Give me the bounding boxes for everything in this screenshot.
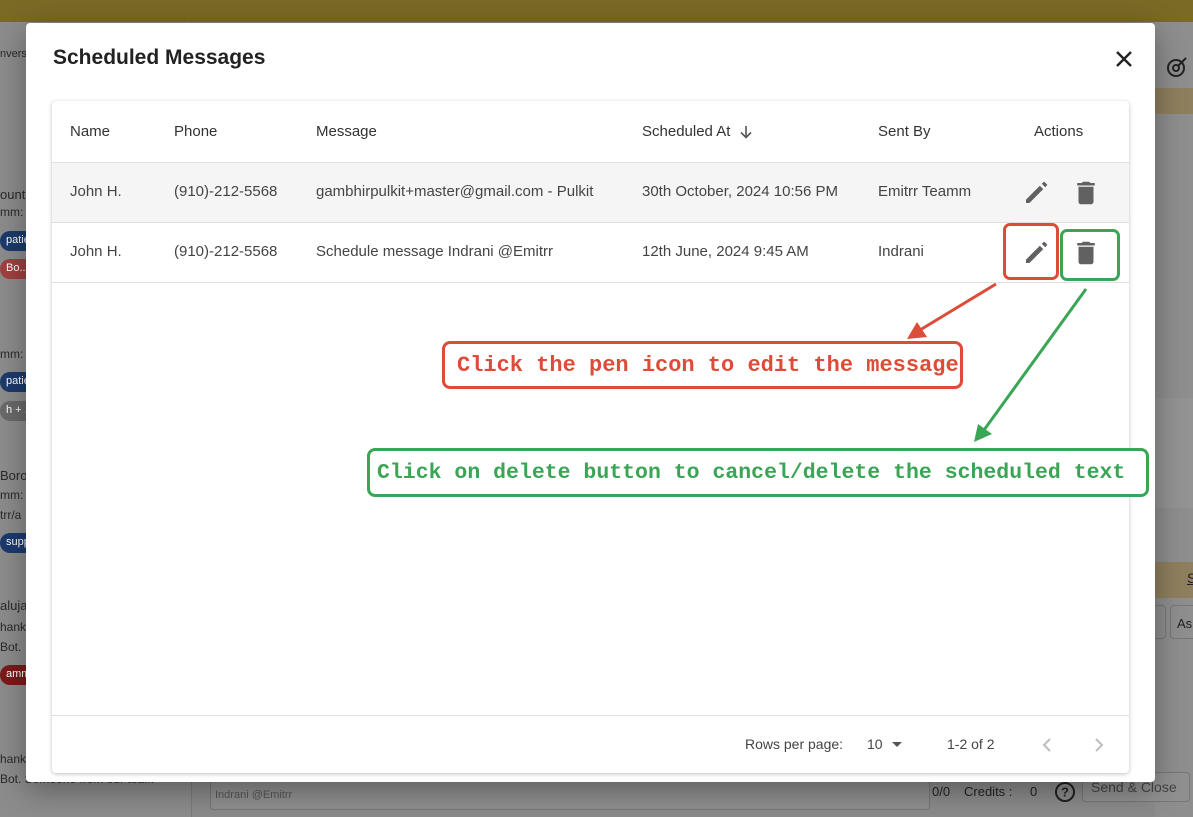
column-header-name: Name: [70, 123, 111, 140]
delete-button[interactable]: [1071, 178, 1101, 208]
trash-icon: [1077, 241, 1095, 265]
close-icon: [1116, 51, 1132, 67]
target-icon: [1167, 57, 1187, 77]
rows-per-page-value: 10: [867, 736, 883, 752]
edit-button[interactable]: [1021, 238, 1051, 268]
cell-message: gambhirpulkit+master@gmail.com - Pulkit: [316, 183, 594, 200]
rows-per-page-select[interactable]: 10: [867, 732, 904, 756]
bg-banner: [1155, 88, 1193, 114]
column-header-message: Message: [316, 123, 377, 140]
bg-link: S: [1187, 570, 1193, 586]
delete-instruction-callout: Click on delete button to cancel/delete …: [367, 448, 1149, 497]
bg-fragment: Bot.: [0, 640, 22, 654]
bg-char-count: 0/0: [932, 784, 951, 799]
cell-scheduled-at: 12th June, 2024 9:45 AM: [642, 243, 809, 260]
bg-fragment: ount: [0, 187, 26, 202]
edit-instruction-callout: Click the pen icon to edit the message: [442, 341, 963, 389]
bg-credits-value: 0: [1030, 784, 1038, 799]
column-header-phone: Phone: [174, 123, 218, 140]
bg-fragment: Boro: [0, 468, 28, 483]
scheduled-messages-table: Name Phone Message Scheduled At Sent By …: [52, 101, 1129, 773]
svg-text:?: ?: [1061, 785, 1069, 800]
bg-fragment: mm:: [0, 347, 24, 361]
chevron-right-icon: [1095, 738, 1104, 752]
cell-sent-by: Indrani: [878, 243, 924, 260]
bg-fragment: mm:: [0, 205, 24, 219]
cell-scheduled-at: 30th October, 2024 10:56 PM: [642, 183, 838, 200]
cell-sent-by: Emitrr Teamm: [878, 183, 972, 200]
bg-fragment: trr/a: [0, 508, 22, 522]
cell-name: John H.: [70, 243, 122, 260]
pagination-range: 1-2 of 2: [947, 736, 995, 752]
column-header-actions: Actions: [1034, 123, 1084, 140]
pencil-icon: [1026, 181, 1048, 203]
bg-fragment: aluja: [0, 598, 28, 613]
rows-per-page-label: Rows per page:: [745, 736, 844, 752]
column-header-scheduled-at-label: Scheduled At: [642, 123, 731, 140]
cell-message: Schedule message Indrani @Emitrr: [316, 243, 553, 260]
cell-name: John H.: [70, 183, 122, 200]
bg-block: [1155, 398, 1193, 508]
bg-banner: S: [1155, 562, 1193, 598]
table-row: John H. (910)-212-5568 gambhirpulkit+mas…: [52, 163, 1129, 223]
bg-composer-input: Indrani @Emitrr: [210, 780, 930, 810]
app-top-bar: [0, 0, 1193, 22]
bg-button: As: [1170, 605, 1193, 639]
column-header-sent-by: Sent By: [878, 123, 931, 140]
caret-down-icon: [892, 742, 903, 747]
next-page-button[interactable]: [1084, 730, 1114, 760]
bg-credits-label: Credits :: [964, 784, 1013, 799]
table-header: Name Phone Message Scheduled At Sent By …: [52, 101, 1129, 163]
bg-fragment: nvers: [0, 48, 27, 60]
cell-phone: (910)-212-5568: [174, 183, 278, 200]
column-header-scheduled-at[interactable]: Scheduled At: [642, 123, 753, 140]
scheduled-messages-dialog: Scheduled Messages Name Phone Message Sc…: [26, 23, 1155, 782]
trash-icon: [1077, 181, 1095, 205]
previous-page-button[interactable]: [1032, 730, 1062, 760]
close-button[interactable]: [1110, 45, 1138, 73]
pencil-icon: [1026, 241, 1048, 263]
table-pagination: Rows per page: 10 1-2 of 2: [52, 715, 1129, 773]
edit-button[interactable]: [1021, 178, 1051, 208]
bg-fragment: hank: [0, 752, 27, 766]
bg-fragment: mm:: [0, 488, 24, 502]
table-row: John H. (910)-212-5568 Schedule message …: [52, 223, 1129, 283]
help-icon: ?: [1055, 782, 1075, 802]
dialog-title: Scheduled Messages: [53, 46, 266, 69]
sort-arrow-down-icon: [740, 126, 752, 139]
bg-fragment: hank: [0, 620, 27, 634]
chevron-left-icon: [1042, 738, 1051, 752]
delete-button[interactable]: [1071, 238, 1101, 268]
cell-phone: (910)-212-5568: [174, 243, 278, 260]
